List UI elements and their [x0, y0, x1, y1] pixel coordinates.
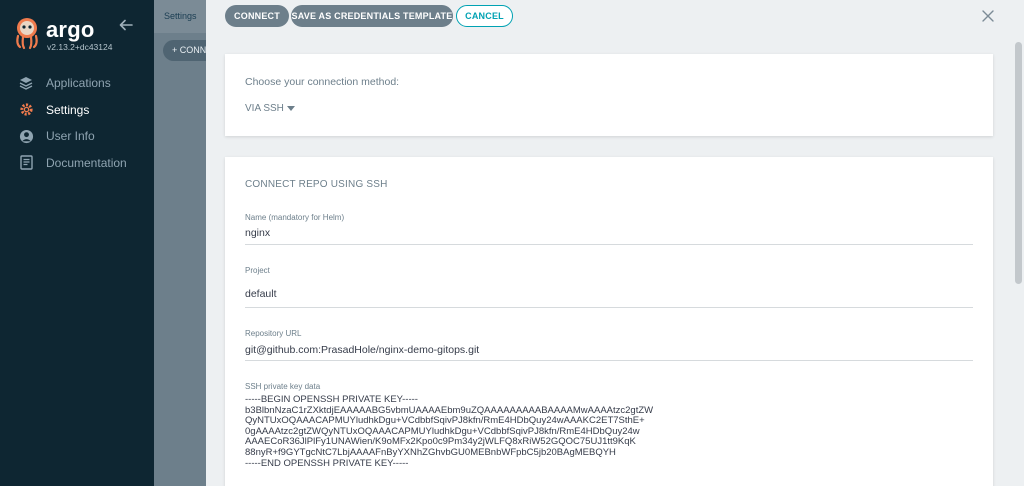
app-name: argo: [46, 17, 95, 42]
user-icon: [18, 128, 34, 144]
connection-method-label: Choose your connection method:: [245, 76, 400, 88]
background-page-overlay: Settings + CONN: [154, 0, 223, 486]
scrollbar-thumb[interactable]: [1015, 42, 1022, 284]
name-input[interactable]: nginx: [245, 227, 973, 239]
sidebar-nav: Applications Settings User Info Document…: [0, 70, 154, 176]
sidebar-item-settings[interactable]: Settings: [0, 97, 154, 124]
panel-toolbar: CONNECT SAVE AS CREDENTIALS TEMPLATE CAN…: [206, 0, 1024, 33]
arrow-left-icon[interactable]: [118, 17, 134, 33]
ssh-key-label: SSH private key data: [245, 382, 321, 391]
sidebar: argo v2.13.2+dc43124 Applications Settin…: [0, 0, 154, 486]
sidebar-item-label: Applications: [46, 76, 111, 91]
panel-scrollbar[interactable]: [1014, 36, 1024, 486]
name-field[interactable]: Name (mandatory for Helm) nginx: [245, 213, 973, 245]
project-input[interactable]: default: [245, 288, 973, 300]
save-credentials-template-button[interactable]: SAVE AS CREDENTIALS TEMPLATE: [291, 5, 453, 27]
breadcrumb[interactable]: Settings: [164, 11, 197, 21]
app-version: v2.13.2+dc43124: [47, 42, 113, 52]
close-icon[interactable]: [982, 10, 994, 22]
layers-icon: [18, 75, 34, 91]
repository-url-underline: [245, 360, 973, 361]
argo-octopus-icon: [16, 18, 38, 50]
repository-url-label: Repository URL: [245, 329, 302, 338]
name-field-label: Name (mandatory for Helm): [245, 213, 345, 222]
background-topbar: Settings: [154, 0, 206, 33]
cancel-button[interactable]: CANCEL: [456, 5, 513, 27]
repository-url-field[interactable]: Repository URL git@github.com:PrasadHole…: [245, 329, 973, 361]
repository-url-input[interactable]: git@github.com:PrasadHole/nginx-demo-git…: [245, 344, 973, 356]
sidebar-item-user-info[interactable]: User Info: [0, 123, 154, 150]
form-title: CONNECT REPO USING SSH: [245, 179, 388, 190]
sidebar-item-applications[interactable]: Applications: [0, 70, 154, 97]
book-icon: [18, 155, 34, 171]
name-field-underline: [245, 244, 973, 245]
connect-repo-panel: CONNECT SAVE AS CREDENTIALS TEMPLATE CAN…: [206, 0, 1024, 486]
project-field-underline: [245, 307, 973, 308]
connection-method-dropdown[interactable]: VIA SSH: [245, 103, 295, 114]
sidebar-item-label: Settings: [46, 102, 90, 117]
ssh-key-textarea[interactable]: -----BEGIN OPENSSH PRIVATE KEY----- b3Bl…: [245, 394, 653, 469]
ssh-repo-form-card: CONNECT REPO USING SSH Name (mandatory f…: [225, 157, 993, 486]
sidebar-item-documentation[interactable]: Documentation: [0, 150, 154, 177]
connect-button[interactable]: CONNECT: [225, 5, 289, 27]
project-field-label: Project: [245, 266, 270, 275]
ssh-key-field: SSH private key data: [245, 382, 973, 394]
project-field[interactable]: Project default: [245, 266, 973, 308]
gear-icon: [18, 102, 34, 118]
sidebar-item-label: Documentation: [46, 155, 127, 170]
sidebar-item-label: User Info: [46, 129, 95, 144]
connection-method-card: Choose your connection method: VIA SSH: [225, 54, 993, 136]
caret-down-icon: [286, 106, 295, 111]
connection-method-value: VIA SSH: [245, 103, 284, 114]
